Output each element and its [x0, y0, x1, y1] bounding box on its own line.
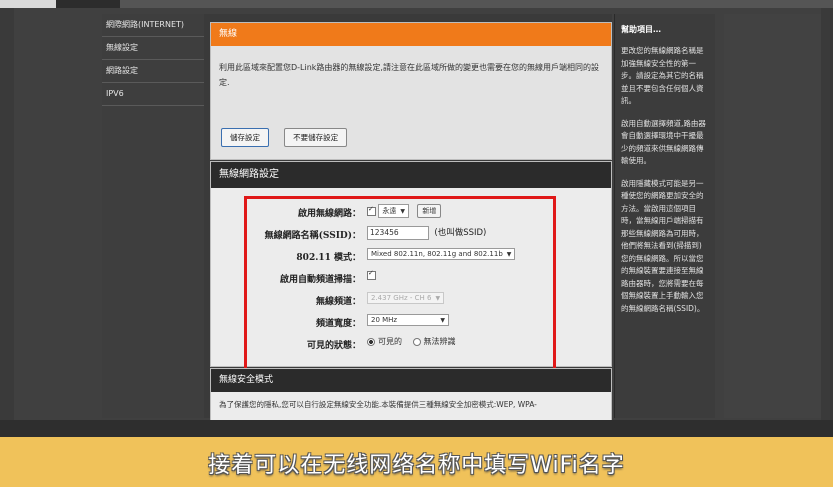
security-description: 為了保護您的隱私,您可以自行設定無線安全功能.本裝備提供三種無線安全加密模式:W… — [219, 400, 537, 409]
channel-label: 無線頻道： — [315, 297, 361, 307]
help-sidebar: 幫助項目… 更改您的無線網路名稱是加強無線安全性的第一步。請設定為其它的名稱並且… — [614, 14, 715, 418]
invisible-option-label: 無法辨識 — [423, 337, 456, 346]
security-mode-title: 無線安全模式 — [211, 369, 611, 392]
brand-logo — [0, 0, 56, 8]
help-paragraph-channel: 啟用自動選擇頻道,路由器會自動選擇環境中干擾最少的頻道來供無線網路傳輸使用。 — [621, 118, 706, 166]
mode-row: 802.11 模式： Mixed 802.11n, 802.11g and 80… — [247, 247, 547, 265]
nav-item-network[interactable]: 網路設定 — [102, 60, 204, 83]
auto-channel-label: 啟用自動頻道掃描： — [279, 275, 361, 285]
ssid-label: 無線網路名稱(SSID)： — [264, 231, 361, 241]
new-schedule-button[interactable]: 新增 — [417, 204, 442, 218]
panel-title: 無線 — [211, 23, 611, 46]
panel-description: 利用此區域來配置您D-Link路由器的無線設定,請注意在此區域所做的變更也需要在… — [219, 63, 599, 87]
visible-option-label: 可見的 — [378, 337, 402, 346]
channel-width-label: 頻道寬度： — [315, 319, 361, 329]
subtitle-bar: 接着可以在无线网络名称中填写WiFi名字 — [0, 437, 833, 487]
bottom-band — [0, 420, 833, 437]
right-margin — [724, 14, 821, 418]
dont-save-button[interactable]: 不要儲存設定 — [284, 128, 348, 147]
enable-wireless-label: 啟用無線網路： — [297, 209, 361, 219]
help-paragraph-hidden: 啟用隱藏模式可能是另一種使您的網路更加安全的方法。當啟用這個項目時，當無線用戶端… — [621, 178, 705, 313]
ssid-input[interactable]: 123456 — [367, 226, 429, 240]
ssid-hint: (也叫做SSID) — [434, 228, 487, 238]
auto-channel-checkbox[interactable] — [367, 269, 376, 280]
visible-radio[interactable] — [367, 337, 375, 346]
help-paragraph-ssid: 更改您的無線網路名稱是加強無線安全性的第一步。請設定為其它的名稱並且不要包含任何… — [621, 46, 704, 105]
left-navigation: 網際網路(INTERNET) 無線設定 網路設定 IPV6 — [102, 14, 205, 418]
visibility-label: 可見的狀態： — [306, 341, 361, 351]
channel-width-select[interactable]: 20 MHz ▼ — [367, 314, 449, 326]
nav-item-ipv6[interactable]: IPV6 — [102, 83, 204, 106]
action-buttons: 儲存設定 不要儲存設定 — [221, 125, 357, 147]
top-banner — [120, 0, 833, 8]
top-strip — [0, 0, 833, 8]
schedule-select[interactable]: 永遠 ▼ — [378, 204, 410, 218]
mode-label: 802.11 模式： — [296, 253, 361, 263]
channel-select[interactable]: 2.437 GHz - CH 6 ▼ — [367, 292, 445, 304]
channel-row: 無線頻道： 2.437 GHz - CH 6 ▼ — [247, 291, 547, 309]
subtitle-text: 接着可以在无线网络名称中填写WiFi名字 — [208, 453, 625, 478]
security-mode-panel: 無線安全模式 為了保護您的隱私,您可以自行設定無線安全功能.本裝備提供三種無線安… — [210, 368, 612, 420]
ssid-row: 無線網路名稱(SSID)： 123456 (也叫做SSID) — [247, 225, 547, 243]
chevron-down-icon: ▼ — [400, 208, 406, 215]
chevron-down-icon: ▼ — [506, 251, 512, 258]
help-title: 幫助項目… — [621, 25, 661, 34]
channel-width-row: 頻道寬度： 20 MHz ▼ — [247, 313, 547, 331]
wireless-intro-panel: 無線 利用此區域來配置您D-Link路由器的無線設定,請注意在此區域所做的變更也… — [210, 22, 612, 160]
wireless-settings-title: 無線網路設定 — [211, 162, 611, 188]
router-admin-window: 網際網路(INTERNET) 無線設定 網路設定 IPV6 無線 利用此區域來配… — [14, 8, 821, 420]
enable-wireless-row: 啟用無線網路： 永遠▼ 新增 — [247, 203, 547, 221]
nav-item-wireless[interactable]: 無線設定 — [102, 37, 204, 60]
chevron-down-icon: ▼ — [440, 317, 445, 324]
enable-wireless-checkbox[interactable] — [367, 205, 376, 216]
invisible-radio[interactable] — [412, 337, 421, 346]
main-content: 無線 利用此區域來配置您D-Link路由器的無線設定,請注意在此區域所做的變更也… — [204, 14, 612, 420]
wireless-settings-panel: 無線網路設定 啟用無線網路： 永遠▼ 新增 無線網路名稱(SSID)： 1234… — [210, 161, 612, 372]
save-settings-button[interactable]: 儲存設定 — [221, 128, 269, 147]
mode-select[interactable]: Mixed 802.11n, 802.11g and 802.11b ▼ — [367, 248, 516, 260]
auto-channel-row: 啟用自動頻道掃描： — [247, 269, 547, 287]
highlight-box: 啟用無線網路： 永遠▼ 新增 無線網路名稱(SSID)： 123456 (也叫做… — [244, 196, 556, 372]
visibility-row: 可見的狀態： 可見的 無法辨識 — [247, 335, 547, 353]
chevron-down-icon: ▼ — [435, 295, 441, 302]
nav-item-internet[interactable]: 網際網路(INTERNET) — [102, 14, 204, 37]
